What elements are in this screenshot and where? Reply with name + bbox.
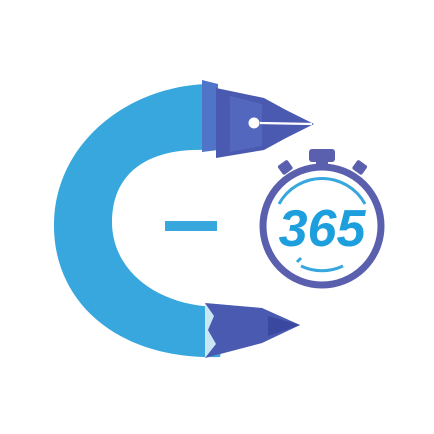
brand-logo: 365 — [53, 80, 385, 358]
pen-nib-icon — [202, 80, 314, 158]
dash-mark — [165, 221, 217, 231]
number-365: 365 — [279, 200, 367, 258]
pencil-tip-icon — [205, 303, 300, 358]
